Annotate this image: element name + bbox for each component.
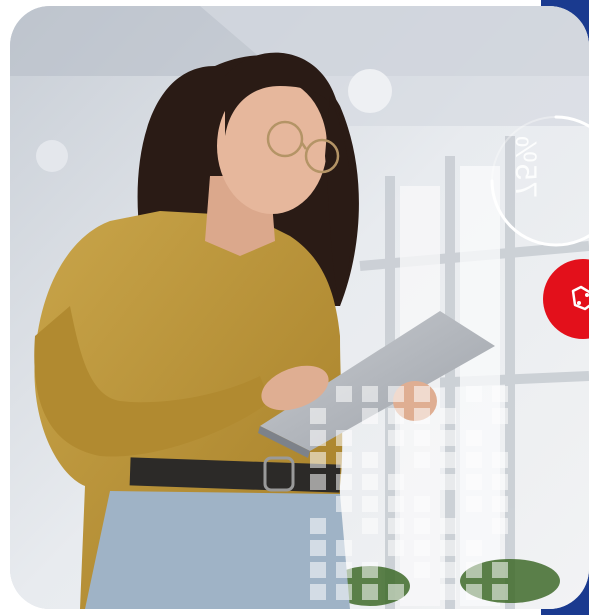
data-square [466,430,482,446]
data-square [466,386,482,402]
data-square [414,408,430,424]
data-square [362,386,378,402]
data-square [466,452,482,468]
data-square [336,540,352,556]
data-square [440,430,456,446]
data-square [492,562,508,578]
data-square [388,474,404,490]
data-square [362,452,378,468]
data-square [414,452,430,468]
data-square [440,518,456,534]
data-square [440,540,456,556]
data-square [336,430,352,446]
data-square [492,496,508,512]
car-icon [571,285,589,311]
data-square [362,584,378,600]
data-square [362,562,378,578]
data-square [440,474,456,490]
data-square [492,386,508,402]
data-square [336,386,352,402]
data-square [310,452,326,468]
data-square [492,518,508,534]
data-square [388,584,404,600]
data-square [414,562,430,578]
data-square [336,452,352,468]
data-square [466,474,482,490]
data-square [466,584,482,600]
data-square [466,496,482,512]
data-square [414,496,430,512]
data-square [440,562,456,578]
data-square [310,518,326,534]
data-square [388,408,404,424]
data-square [414,518,430,534]
data-square [492,408,508,424]
data-square [492,452,508,468]
data-square [336,562,352,578]
hero-photo [10,6,589,609]
data-square [336,584,352,600]
data-square [310,540,326,556]
data-square [388,386,404,402]
data-square [466,540,482,556]
data-square [388,496,404,512]
data-square [414,386,430,402]
data-square [310,562,326,578]
hero-image-card: 75% [10,6,589,609]
data-square [362,474,378,490]
data-square [414,540,430,556]
data-square [336,496,352,512]
data-square [388,540,404,556]
data-square [466,562,482,578]
data-square [440,408,456,424]
data-square [492,584,508,600]
data-square [310,584,326,600]
progress-ring-value: 75% [509,134,542,198]
data-square [388,518,404,534]
data-square [310,408,326,424]
data-square [388,430,404,446]
data-square [362,518,378,534]
data-square [440,452,456,468]
data-square [362,496,378,512]
data-square [336,474,352,490]
data-square [362,408,378,424]
data-square [440,584,456,600]
data-square [310,474,326,490]
data-square [310,430,326,446]
data-square [414,430,430,446]
data-square [492,474,508,490]
